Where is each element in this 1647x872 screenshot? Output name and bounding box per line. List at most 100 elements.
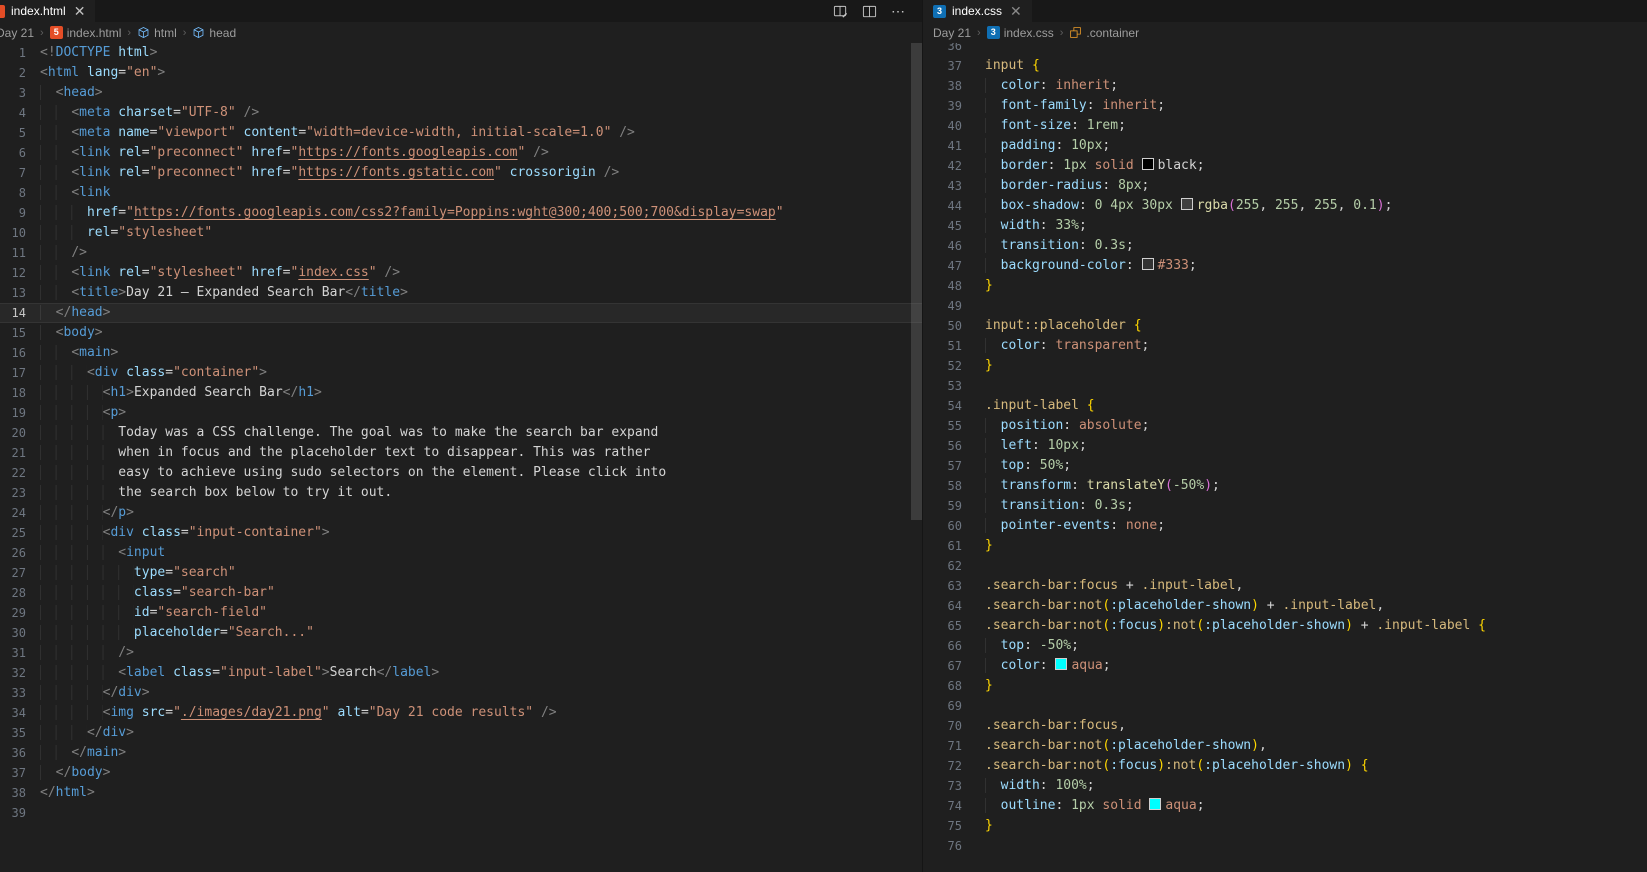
code-line[interactable]: 24 </p> xyxy=(0,503,922,523)
code-line[interactable]: 19 <p> xyxy=(0,403,922,423)
code-line[interactable]: 39 xyxy=(0,803,922,823)
code-line[interactable]: 57 top: 50%; xyxy=(923,456,1647,476)
code-line[interactable]: 70 .search-bar:focus, xyxy=(923,716,1647,736)
code-line[interactable]: 42 border: 1px solid black; xyxy=(923,156,1647,176)
code-line[interactable]: 74 outline: 1px solid aqua; xyxy=(923,796,1647,816)
code-line[interactable]: 50 input::placeholder { xyxy=(923,316,1647,336)
code-line[interactable]: 17 <div class="container"> xyxy=(0,363,922,383)
code-line[interactable]: 58 transform: translateY(-50%); xyxy=(923,476,1647,496)
color-swatch[interactable] xyxy=(1180,198,1193,210)
breadcrumb-item--container[interactable]: .container xyxy=(1069,26,1139,40)
code-line[interactable]: 28 class="search-bar" xyxy=(0,583,922,603)
code-line[interactable]: 18 <h1>Expanded Search Bar</h1> xyxy=(0,383,922,403)
code-line[interactable]: 72 .search-bar:not(:focus):not(:placehold… xyxy=(923,756,1647,776)
code-line[interactable]: 3 <head> xyxy=(0,83,922,103)
code-line[interactable]: 39 font-family: inherit; xyxy=(923,96,1647,116)
code-editor-html[interactable]: 1 <!DOCTYPE html> 2 <html lang="en"> 3 <head… xyxy=(0,43,922,823)
code-line[interactable]: 12 <link rel="stylesheet" href="index.cs… xyxy=(0,263,922,283)
code-line[interactable]: 30 placeholder="Search..." xyxy=(0,623,922,643)
code-line[interactable]: 14 </head> xyxy=(0,303,922,323)
code-line[interactable]: 6 <link rel="preconnect" href="https://f… xyxy=(0,143,922,163)
code-line[interactable]: 15 <body> xyxy=(0,323,922,343)
code-line[interactable]: 29 id="search-field" xyxy=(0,603,922,623)
breadcrumb-item-index-html[interactable]: 5 index.html xyxy=(49,26,121,40)
code-line[interactable]: 27 type="search" xyxy=(0,563,922,583)
breadcrumb-item-day-21[interactable]: Day 21 xyxy=(0,26,34,40)
code-line[interactable]: 61} xyxy=(923,536,1647,556)
breadcrumb-item-index-css[interactable]: 3 index.css xyxy=(986,26,1054,40)
code-line[interactable]: 34 <img src="./images/day21.png" alt="Da… xyxy=(0,703,922,723)
code-line[interactable]: 73 width: 100%; xyxy=(923,776,1647,796)
code-line[interactable]: 37 </body> xyxy=(0,763,922,783)
code-line[interactable]: 48} xyxy=(923,276,1647,296)
code-line[interactable]: 63 .search-bar:focus + .input-label, xyxy=(923,576,1647,596)
code-line[interactable]: 37 input { xyxy=(923,56,1647,76)
code-line[interactable]: 31 /> xyxy=(0,643,922,663)
code-line[interactable]: 64 .search-bar:not(:placeholder-shown) + … xyxy=(923,596,1647,616)
code-line[interactable]: 54 .input-label { xyxy=(923,396,1647,416)
breadcrumb-item-head[interactable]: head xyxy=(192,26,236,40)
color-swatch[interactable] xyxy=(1141,258,1154,270)
split-editor-icon[interactable] xyxy=(862,4,877,19)
code-line[interactable]: 13 <title>Day 21 – Expanded Search Bar</… xyxy=(0,283,922,303)
code-line[interactable]: 46 transition: 0.3s; xyxy=(923,236,1647,256)
code-line[interactable]: 20 Today was a CSS challenge. The goal w… xyxy=(0,423,922,443)
code-line[interactable]: 1 <!DOCTYPE html> xyxy=(0,43,922,63)
code-line[interactable]: 76 xyxy=(923,836,1647,856)
code-line[interactable]: 10 rel="stylesheet" xyxy=(0,223,922,243)
code-line[interactable]: 49 xyxy=(923,296,1647,316)
code-line[interactable]: 68} xyxy=(923,676,1647,696)
code-line[interactable]: 26 <input xyxy=(0,543,922,563)
code-line[interactable]: 33 </div> xyxy=(0,683,922,703)
code-line[interactable]: 75} xyxy=(923,816,1647,836)
breadcrumb-item-day-21[interactable]: Day 21 xyxy=(933,26,971,40)
code-line[interactable]: 4 <meta charset="UTF-8" /> xyxy=(0,103,922,123)
close-icon[interactable]: ✕ xyxy=(1010,4,1022,18)
breadcrumb-item-html[interactable]: html xyxy=(137,26,177,40)
code-line[interactable]: 9 href="https://fonts.googleapis.com/css… xyxy=(0,203,922,223)
code-editor-css[interactable]: 36 37 input {38 color: inherit; 39 font-fam… xyxy=(923,36,1647,856)
code-line[interactable]: 51 color: transparent; xyxy=(923,336,1647,356)
code-line[interactable]: 25 <div class="input-container"> xyxy=(0,523,922,543)
code-line[interactable]: 43 border-radius: 8px; xyxy=(923,176,1647,196)
code-line[interactable]: 8 <link xyxy=(0,183,922,203)
code-line[interactable]: 5 <meta name="viewport" content="width=d… xyxy=(0,123,922,143)
code-line[interactable]: 45 width: 33%; xyxy=(923,216,1647,236)
code-line[interactable]: 65 .search-bar:not(:focus):not(:placehold… xyxy=(923,616,1647,636)
tab-index-html[interactable]: index.html ✕ xyxy=(0,0,96,22)
code-line[interactable]: 69 xyxy=(923,696,1647,716)
code-line[interactable]: 60 pointer-events: none; xyxy=(923,516,1647,536)
code-line[interactable]: 55 position: absolute; xyxy=(923,416,1647,436)
code-line[interactable]: 53 xyxy=(923,376,1647,396)
code-line[interactable]: 38 </html> xyxy=(0,783,922,803)
code-line[interactable]: 38 color: inherit; xyxy=(923,76,1647,96)
code-line[interactable]: 11 /> xyxy=(0,243,922,263)
more-actions-icon[interactable]: ⋯ xyxy=(891,4,906,18)
code-line[interactable]: 22 easy to achieve using sudo selectors … xyxy=(0,463,922,483)
code-line[interactable]: 52} xyxy=(923,356,1647,376)
code-line[interactable]: 47 background-color: #333; xyxy=(923,256,1647,276)
code-line[interactable]: 2 <html lang="en"> xyxy=(0,63,922,83)
tab-index-css[interactable]: 3 index.css ✕ xyxy=(923,0,1032,22)
color-swatch[interactable] xyxy=(1149,798,1162,810)
code-line[interactable]: 36 </main> xyxy=(0,743,922,763)
code-line[interactable]: 59 transition: 0.3s; xyxy=(923,496,1647,516)
code-line[interactable]: 41 padding: 10px; xyxy=(923,136,1647,156)
color-swatch[interactable] xyxy=(1055,658,1068,670)
code-line[interactable]: 67 color: aqua; xyxy=(923,656,1647,676)
code-line[interactable]: 21 when in focus and the placeholder tex… xyxy=(0,443,922,463)
code-line[interactable]: 16 <main> xyxy=(0,343,922,363)
open-changes-icon[interactable] xyxy=(833,4,848,19)
code-line[interactable]: 71 .search-bar:not(:placeholder-shown), xyxy=(923,736,1647,756)
code-line[interactable]: 32 <label class="input-label">Search</la… xyxy=(0,663,922,683)
code-line[interactable]: 66 top: -50%; xyxy=(923,636,1647,656)
color-swatch[interactable] xyxy=(1141,158,1154,170)
code-line[interactable]: 35 </div> xyxy=(0,723,922,743)
code-line[interactable]: 62 xyxy=(923,556,1647,576)
code-line[interactable]: 7 <link rel="preconnect" href="https://f… xyxy=(0,163,922,183)
code-line[interactable]: 56 left: 10px; xyxy=(923,436,1647,456)
vertical-scrollbar-thumb[interactable] xyxy=(911,43,922,520)
code-line[interactable]: 40 font-size: 1rem; xyxy=(923,116,1647,136)
code-line[interactable]: 23 the search box below to try it out. xyxy=(0,483,922,503)
close-icon[interactable]: ✕ xyxy=(74,4,86,18)
